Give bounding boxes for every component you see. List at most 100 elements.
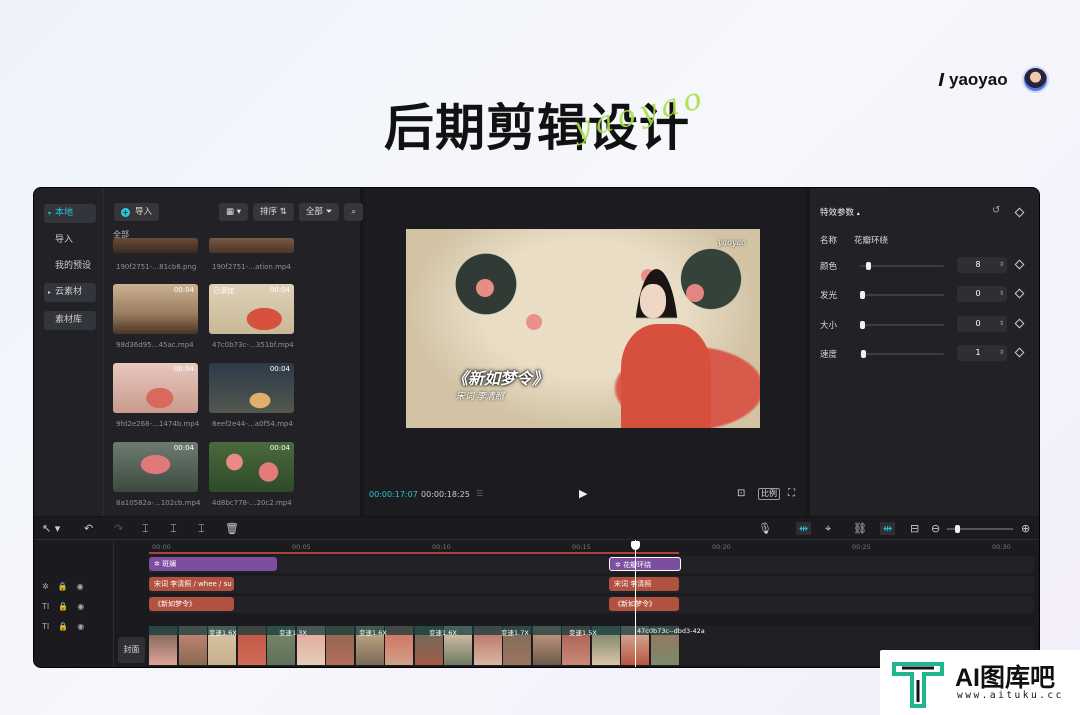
media-thumb-2[interactable]	[209, 238, 294, 253]
lock-icon[interactable]: 🔒	[59, 667, 69, 668]
render-bar	[149, 552, 679, 554]
import-button[interactable]: + 导入	[114, 203, 160, 221]
nav-label: 素材库	[55, 315, 83, 325]
cover-button[interactable]: 封面	[118, 637, 145, 663]
keyframe-diamond-icon[interactable]	[1014, 207, 1025, 218]
zoom-out-icon[interactable]: ⊖	[931, 522, 940, 535]
effect-clip[interactable]: ✲ 斑斓	[149, 557, 277, 571]
auto-snap-icon[interactable]: ⌖	[825, 522, 831, 536]
param-slider[interactable]	[860, 350, 944, 358]
keyframe-diamond-icon[interactable]	[1014, 259, 1025, 270]
undo-icon[interactable]: ↶	[84, 522, 93, 535]
nav-item-local[interactable]: ▾ 本地	[44, 204, 96, 223]
reset-icon[interactable]: ↺	[992, 205, 1000, 216]
text-clip[interactable]: 宋词 李清照	[609, 577, 679, 591]
text-clip[interactable]: 《新如梦令》	[609, 597, 679, 611]
delete-icon[interactable]: 🗑	[225, 522, 239, 535]
effect-panel-title-text: 特效参数	[820, 208, 855, 218]
nav-item-presets[interactable]: 我的预设	[44, 257, 96, 276]
eye-icon[interactable]: ◉	[77, 582, 84, 591]
zoom-knob[interactable]	[955, 525, 960, 533]
eye-icon[interactable]: ◉	[78, 667, 85, 668]
video-preview[interactable]: yaoyao 《新如梦令》 宋词 李清照	[406, 229, 760, 428]
editor-window: ▾ 本地 导入 我的预设 ▸ 云素材 素材库 + 导入 ▦ ▾ 排序 ⇅ 全部 ⏷ ⌕…	[33, 187, 1040, 668]
brand-bar	[938, 73, 945, 86]
fullscreen-icon[interactable]: ⛶	[788, 488, 795, 499]
speed-label: 变速1.6X	[209, 629, 237, 637]
param-slider[interactable]	[860, 291, 944, 299]
slider-knob[interactable]	[861, 350, 866, 358]
microphone-icon[interactable]: 🎙	[758, 522, 772, 535]
slider-knob[interactable]	[866, 262, 871, 270]
site-logo: AI图库吧 www.aituku.cc	[880, 650, 1080, 715]
eye-icon[interactable]: ◉	[77, 622, 84, 631]
link-icon[interactable]: ⛓	[853, 522, 867, 535]
ratio-button[interactable]: 比例	[758, 488, 780, 500]
media-thumb-5[interactable]: 00:04	[113, 363, 198, 413]
lock-icon[interactable]: 🔒	[58, 582, 68, 591]
param-value-input[interactable]: 1 ⇕	[957, 345, 1007, 361]
keyframe-diamond-icon[interactable]	[1014, 318, 1025, 329]
stepper-icon[interactable]: ⇕	[999, 316, 1004, 332]
effect-name-value: 花瓣环绕	[854, 236, 889, 246]
text-clip[interactable]: 宋词 李清照 / whee / su	[149, 577, 234, 591]
list-icon[interactable]: ☰	[476, 489, 483, 498]
stepper-icon[interactable]: ⇕	[999, 286, 1004, 302]
play-button[interactable]: ▶	[579, 487, 587, 500]
lock-icon[interactable]: 🔒	[58, 602, 68, 611]
stepper-icon[interactable]: ⇕	[999, 257, 1004, 273]
text-clip[interactable]: 《新如梦令》	[149, 597, 234, 611]
filter-icon: ⏷	[325, 207, 333, 217]
nav-item-import[interactable]: 导入	[44, 231, 96, 250]
media-thumb-4[interactable]: 已添加 00:04	[209, 284, 294, 334]
media-thumb-6[interactable]: 00:04	[209, 363, 294, 413]
clip-label: 宋词 李清照 / whee / su	[154, 580, 232, 588]
ruler-tick: 00:10	[432, 543, 451, 551]
select-tool-icon[interactable]: ↖ ▾	[42, 522, 60, 535]
preview-axis-icon[interactable]: ⇹	[880, 522, 896, 535]
zoom-slider[interactable]	[947, 525, 1013, 533]
slider-knob[interactable]	[860, 291, 865, 299]
media-thumb-1[interactable]	[113, 238, 198, 253]
param-slider[interactable]	[860, 262, 944, 270]
param-value-input[interactable]: 0 ⇕	[957, 316, 1007, 332]
trim-left-icon[interactable]: ⌶	[170, 522, 177, 536]
playhead[interactable]	[635, 540, 636, 667]
param-value-input[interactable]: 8 ⇕	[957, 257, 1007, 273]
keyframe-diamond-icon[interactable]	[1014, 288, 1025, 299]
filter-button[interactable]: 全部 ⏷	[298, 203, 340, 221]
nav-item-cloud[interactable]: ▸ 云素材	[44, 283, 96, 302]
trim-right-icon[interactable]: ⌶	[198, 522, 205, 536]
media-thumb-3[interactable]: 00:04	[113, 284, 198, 334]
search-button[interactable]: ⌕	[344, 203, 364, 221]
split-icon[interactable]: ⌶	[142, 522, 149, 536]
nav-item-library[interactable]: 素材库	[44, 311, 96, 330]
playhead-handle[interactable]	[631, 541, 640, 550]
zoom-in-icon[interactable]: ⊕	[1021, 522, 1030, 535]
param-label: 颜色	[820, 262, 838, 272]
media-thumb-7[interactable]: 00:04	[113, 442, 198, 492]
media-thumb-8[interactable]: 00:04	[209, 442, 294, 492]
time-ruler[interactable]: 00:00 00:05 00:10 00:15 00:20 00:25 00:3…	[149, 540, 1034, 554]
audio-icon[interactable]: 🔈	[94, 667, 104, 668]
keyframe-diamond-icon[interactable]	[1014, 347, 1025, 358]
sort-button[interactable]: 排序 ⇅	[253, 203, 294, 221]
caption-icon[interactable]: ⊟	[910, 522, 919, 535]
eye-icon[interactable]: ◉	[77, 602, 84, 611]
text-track-controls: TI 🔒 ◉	[42, 622, 84, 631]
effect-clip-icon: ✲	[615, 561, 624, 569]
effect-clip-selected[interactable]: ✲ 花瓣环绕	[609, 557, 681, 571]
stepper-icon[interactable]: ⇕	[999, 345, 1004, 361]
redo-icon[interactable]: ↷	[114, 522, 123, 535]
avatar	[1021, 66, 1049, 93]
view-mode-button[interactable]: ▦ ▾	[219, 203, 249, 221]
screenshot-icon[interactable]: ⊡	[737, 488, 745, 499]
param-value-input[interactable]: 0 ⇕	[957, 286, 1007, 302]
lock-icon[interactable]: 🔒	[58, 622, 68, 631]
ruler-tick: 00:00	[152, 543, 171, 551]
brand-name: yaoyao	[949, 69, 1008, 89]
clip-label: 宋词 李清照	[614, 580, 652, 588]
param-slider[interactable]	[860, 321, 944, 329]
slider-knob[interactable]	[860, 321, 865, 329]
main-track-magnet-icon[interactable]: ⇹	[796, 522, 812, 535]
